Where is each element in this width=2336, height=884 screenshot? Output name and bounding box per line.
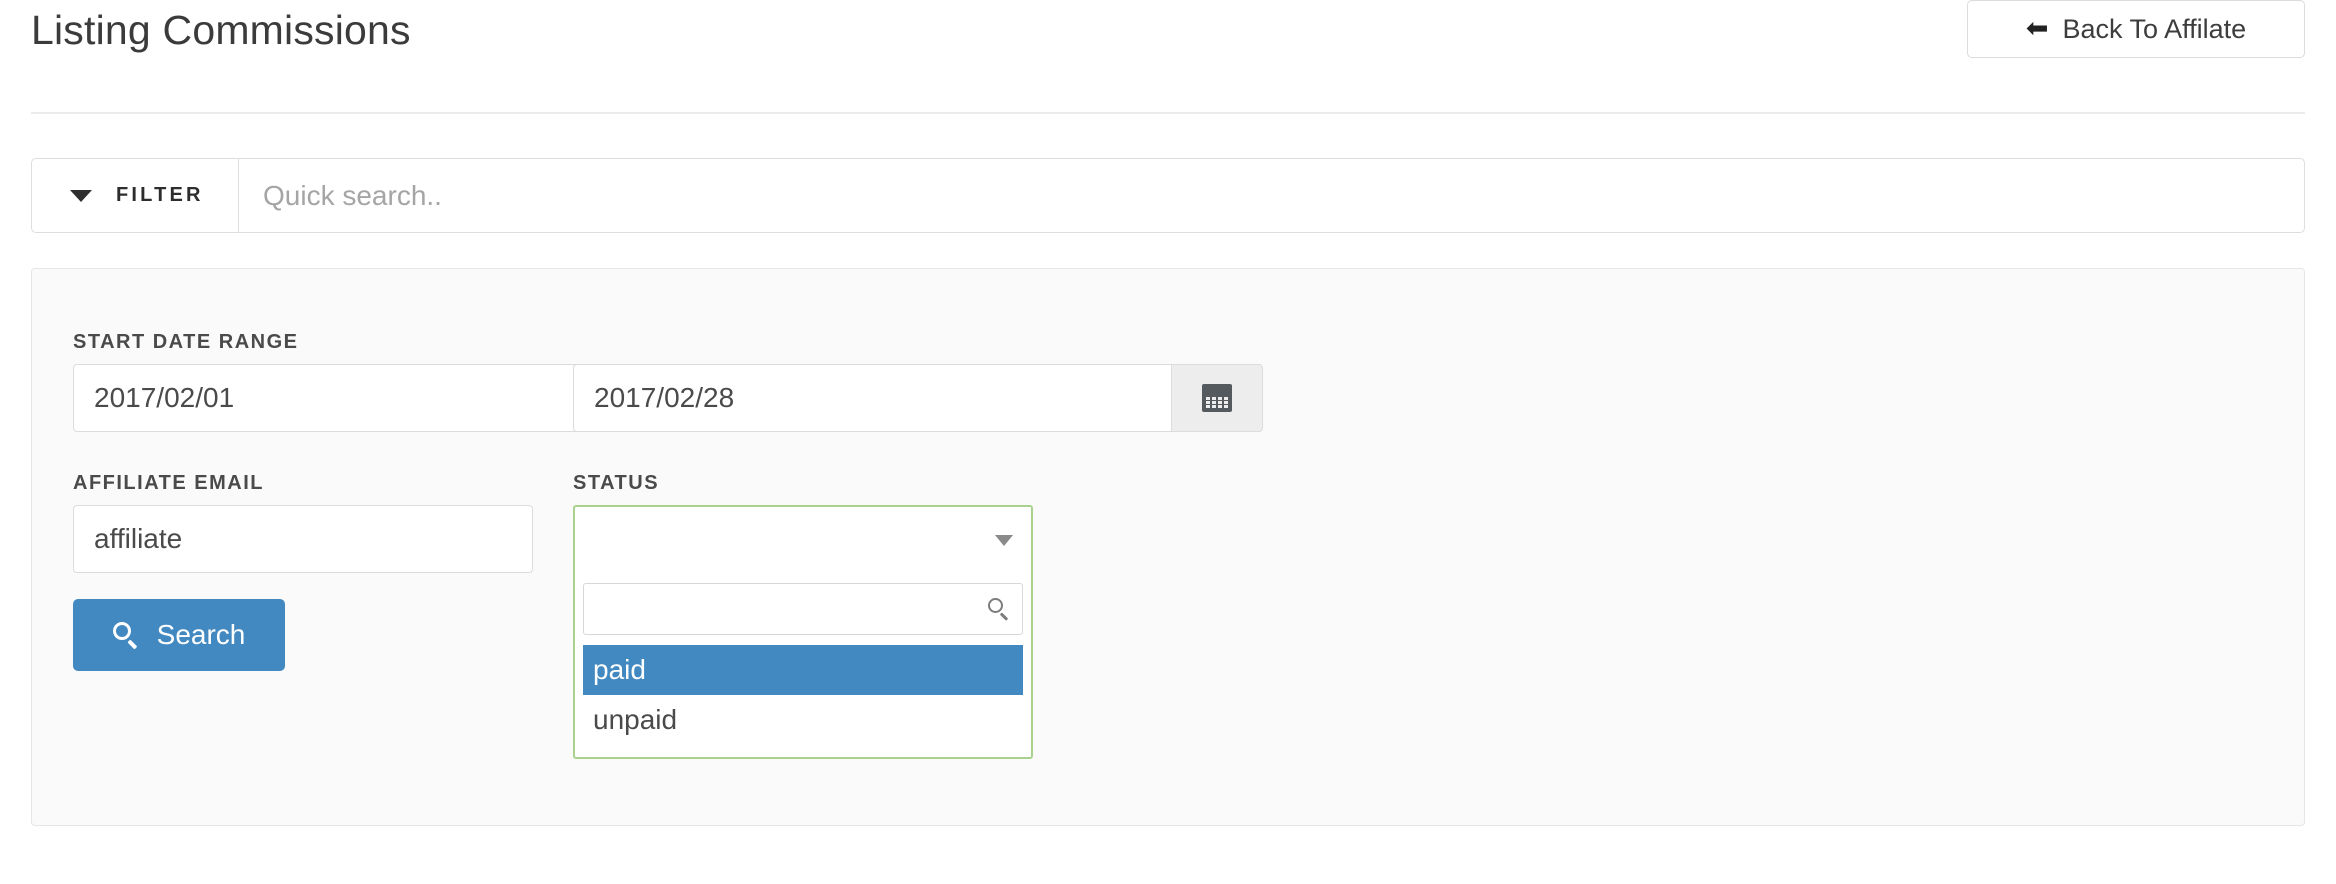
start-date-to-group: [573, 364, 1263, 432]
start-date-to-calendar-button[interactable]: [1171, 364, 1263, 432]
status-option-paid[interactable]: paid: [583, 645, 1023, 695]
arrow-left-icon: ⬅: [2025, 12, 2049, 43]
status-dropdown-search-input[interactable]: [596, 592, 988, 626]
start-date-to-input[interactable]: [573, 364, 1171, 432]
listing-commissions-page: Listing Commissions ⬅ Back To Affilate F…: [0, 0, 2336, 884]
search-icon: [988, 598, 1010, 621]
start-date-range-label: START DATE RANGE: [73, 331, 299, 353]
page-header: Listing Commissions ⬅ Back To Affilate: [0, 0, 2336, 114]
calendar-icon: [1202, 384, 1232, 412]
back-to-affiliate-label: Back To Affilate: [2062, 13, 2247, 44]
chevron-down-icon: [70, 189, 92, 202]
filter-bar: FILTER: [31, 158, 2305, 233]
caret-down-icon: [995, 534, 1013, 546]
header-divider: [31, 112, 2305, 114]
status-select-wrapper: paid unpaid: [573, 505, 1033, 759]
page-title: Listing Commissions: [31, 7, 411, 53]
affiliate-email-label: AFFILIATE EMAIL: [73, 472, 264, 494]
search-button[interactable]: Search: [73, 599, 285, 671]
quick-search-input[interactable]: [239, 159, 2304, 232]
affiliate-email-input[interactable]: [73, 505, 533, 573]
filter-toggle-button[interactable]: FILTER: [32, 159, 239, 232]
back-to-affiliate-button[interactable]: ⬅ Back To Affilate: [1967, 0, 2305, 58]
search-icon: [112, 622, 139, 650]
filter-toggle-label: FILTER: [116, 184, 204, 206]
status-select-button[interactable]: [573, 505, 1033, 573]
filter-panel: START DATE RANGE AFFILIA: [31, 268, 2305, 826]
status-dropdown-search-wrapper: [583, 583, 1023, 635]
search-button-label: Search: [156, 619, 246, 650]
status-option-unpaid[interactable]: unpaid: [583, 695, 1023, 745]
status-label: STATUS: [573, 472, 660, 494]
status-dropdown-panel: paid unpaid: [573, 573, 1033, 759]
